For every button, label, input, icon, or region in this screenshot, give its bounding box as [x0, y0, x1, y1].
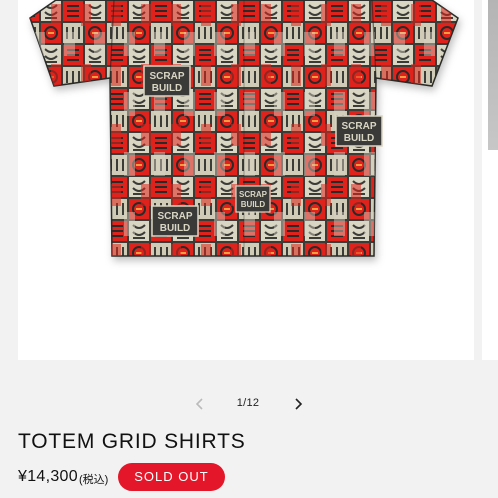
product-media-card[interactable]: SCRAP BUILD SCRAP BUILD SCRAP BUILD SCRA… [18, 0, 474, 360]
gallery-prev-button[interactable] [190, 394, 210, 414]
chevron-right-icon [295, 398, 303, 410]
product-price: ¥14,300 [18, 468, 78, 485]
print-logo-2: SCRAP BUILD [335, 115, 383, 147]
next-image-sliver [488, 0, 498, 150]
gallery-controls: 1/12 [0, 390, 498, 418]
gallery-counter: 1/12 [236, 397, 260, 409]
print-text-scrap-1: SCRAP [149, 71, 184, 82]
product-image: SCRAP BUILD SCRAP BUILD SCRAP BUILD SCRA… [29, 0, 459, 257]
print-logo-3: SCRAP BUILD [151, 205, 199, 237]
print-text-scrap-4: SCRAP [239, 190, 268, 199]
print-text-scrap-3: SCRAP [157, 211, 192, 222]
price-row: ¥14,300 (税込) SOLD OUT [18, 462, 225, 492]
print-text-build-4: BUILD [241, 200, 266, 209]
product-title: TOTEM GRID SHIRTS [18, 430, 246, 453]
print-text-scrap-2: SCRAP [341, 121, 376, 132]
tax-note: (税込) [78, 473, 109, 486]
print-text-build-2: BUILD [344, 133, 375, 144]
print-logo-1: SCRAP BUILD [143, 65, 191, 97]
chevron-left-icon [195, 398, 203, 410]
print-text-build-3: BUILD [160, 223, 191, 234]
product-page: SCRAP BUILD SCRAP BUILD SCRAP BUILD SCRA… [0, 0, 498, 498]
next-image-peek[interactable] [482, 0, 498, 360]
print-logo-4: SCRAP BUILD [235, 185, 271, 213]
print-text-build-1: BUILD [152, 83, 183, 94]
gallery-next-button[interactable] [288, 394, 308, 414]
sold-out-badge: SOLD OUT [118, 463, 225, 491]
